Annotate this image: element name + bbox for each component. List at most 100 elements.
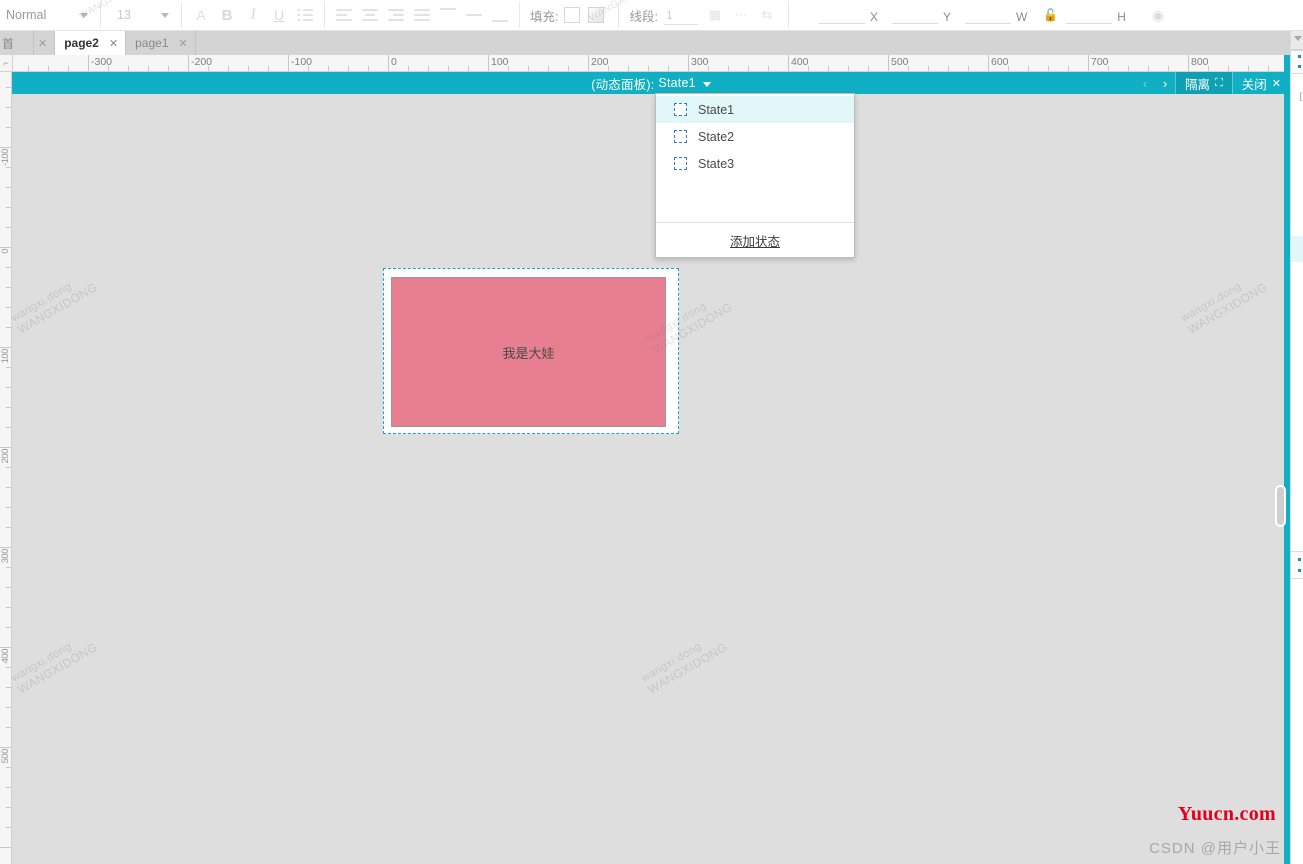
right-panel-marker — [1298, 569, 1301, 572]
tab-page1[interactable]: page1 ✕ — [126, 31, 196, 55]
ruler-tick — [6, 267, 11, 268]
isolate-button[interactable]: 隔离 ⛶ — [1175, 72, 1232, 94]
horizontal-ruler[interactable]: ⌐ -300 -200 -100 0 100 200 300 400 500 600 700 800 — [0, 55, 1290, 72]
arrow-style-icon[interactable]: ⇆ — [756, 6, 778, 24]
ruler-tick — [1128, 66, 1129, 71]
right-panel-row[interactable] — [1291, 551, 1303, 579]
right-panel-marker — [1298, 65, 1301, 68]
fill-label: 填充: — [530, 9, 559, 24]
y-input[interactable] — [891, 7, 938, 24]
close-icon[interactable]: ✕ — [109, 37, 118, 50]
state-item-state3[interactable]: State3 — [656, 150, 854, 177]
tab-home-close-holder[interactable]: ✕ — [34, 31, 56, 55]
underline-button[interactable]: U — [266, 3, 292, 27]
ruler-corner-icon: ⌐ — [0, 55, 13, 71]
canvas-body[interactable]: 我是大娃 — [12, 94, 1290, 864]
visibility-eye-icon[interactable]: ◉ — [1152, 7, 1164, 24]
ruler-tick — [728, 66, 729, 71]
add-state-link[interactable]: 添加状态 — [730, 231, 780, 250]
w-label: W — [1016, 9, 1028, 24]
close-icon[interactable]: ✕ — [38, 37, 47, 50]
ruler-tick — [6, 207, 11, 208]
bullet-list-icon[interactable] — [292, 3, 318, 27]
fill-color-swatch[interactable] — [564, 7, 581, 23]
valign-bottom-icon[interactable] — [487, 3, 513, 27]
tab-page2[interactable]: page2 ✕ — [55, 31, 127, 55]
h-input[interactable] — [1066, 7, 1113, 24]
ruler-tick — [0, 647, 11, 648]
ruler-tick — [408, 66, 409, 71]
vertical-scrollbar-thumb[interactable] — [1275, 485, 1286, 527]
ruler-tick — [6, 467, 11, 468]
prev-state-button[interactable]: ‹ — [1135, 72, 1155, 94]
ruler-label: 700 — [1091, 56, 1109, 68]
aspect-lock-icon[interactable]: 🔓 — [1043, 8, 1058, 22]
w-input[interactable] — [965, 7, 1011, 24]
close-icon: ✕ — [1271, 77, 1281, 90]
align-justify-icon[interactable] — [409, 3, 435, 27]
ruler-tick — [6, 727, 11, 728]
ruler-tick — [6, 807, 11, 808]
font-color-icon[interactable]: A — [188, 3, 214, 27]
tab-home[interactable]: 首 — [0, 31, 34, 55]
valign-middle-icon[interactable] — [461, 3, 487, 27]
chevron-down-icon[interactable] — [1294, 36, 1302, 41]
align-center-icon[interactable] — [357, 3, 383, 27]
state-item-label: State3 — [698, 156, 735, 171]
ruler-label: 100 — [491, 56, 509, 68]
selection-bounding-box[interactable]: 我是大娃 — [383, 268, 679, 434]
right-edge-accent-bar — [1284, 55, 1290, 864]
right-panel-sliver[interactable]: [ — [1290, 31, 1303, 864]
vertical-ruler[interactable]: -100 0 100 200 300 400 500 — [0, 72, 12, 864]
right-panel-marker — [1298, 55, 1301, 58]
w-field-group[interactable]: W — [965, 7, 1027, 24]
right-panel-row[interactable] — [1291, 50, 1303, 74]
right-panel-marker — [1298, 558, 1301, 561]
ruler-tick — [1028, 66, 1029, 71]
divider — [100, 2, 101, 28]
fill-gradient-swatch[interactable] — [588, 7, 605, 23]
next-state-button[interactable]: › — [1155, 72, 1175, 94]
ruler-tick — [6, 687, 11, 688]
state-item-state1[interactable]: State1 — [656, 96, 854, 123]
line-style-icon[interactable]: ⋯ — [730, 6, 752, 24]
h-field-group[interactable]: H — [1066, 7, 1126, 24]
close-panel-button[interactable]: 关闭 ✕ — [1231, 72, 1290, 94]
ruler-label: 300 — [691, 56, 709, 68]
ruler-tick — [6, 387, 11, 388]
ruler-tick — [48, 66, 49, 71]
x-field-group[interactable]: X — [818, 7, 878, 24]
ruler-tick — [128, 66, 129, 71]
valign-top-icon[interactable] — [435, 3, 461, 27]
italic-button[interactable]: I — [240, 3, 266, 27]
x-label: X — [869, 9, 878, 24]
ruler-tick — [1248, 66, 1249, 71]
brand-watermark: Yuucn.com — [1177, 803, 1276, 825]
bold-button[interactable]: B — [214, 3, 240, 27]
dynamic-panel-title[interactable]: (动态面板): State1 — [12, 74, 1290, 93]
canvas-area[interactable]: (动态面板): State1 ‹ › 隔离 ⛶ 关闭 ✕ 我是大娃 — [12, 72, 1290, 864]
align-left-icon[interactable] — [331, 3, 357, 27]
ruler-tick — [0, 847, 11, 848]
ruler-tick — [628, 66, 629, 71]
ruler-tick — [568, 66, 569, 71]
ruler-tick — [0, 347, 11, 348]
right-panel-selected-row[interactable] — [1291, 236, 1303, 262]
ruler-tick — [748, 66, 749, 71]
line-color-icon[interactable]: ▦ — [704, 6, 726, 24]
font-size-select[interactable]: 13 — [107, 8, 175, 22]
shape-label: 我是大娃 — [502, 345, 555, 361]
text-style-select[interactable]: Normal — [4, 8, 94, 22]
ruler-label: 300 — [0, 549, 11, 564]
align-right-icon[interactable] — [383, 3, 409, 27]
state-item-state2[interactable]: State2 — [656, 123, 854, 150]
ruler-tick — [6, 287, 11, 288]
state-dropdown-menu[interactable]: State1 State2 State3 添加状态 — [655, 93, 855, 258]
close-icon[interactable]: ✕ — [179, 37, 188, 50]
y-field-group[interactable]: Y — [891, 7, 951, 24]
line-width-input[interactable] — [663, 5, 698, 25]
ruler-tick — [6, 567, 11, 568]
shape-rectangle[interactable]: 我是大娃 — [391, 277, 666, 427]
x-input[interactable] — [818, 7, 865, 24]
state-item-label: State2 — [698, 129, 735, 144]
